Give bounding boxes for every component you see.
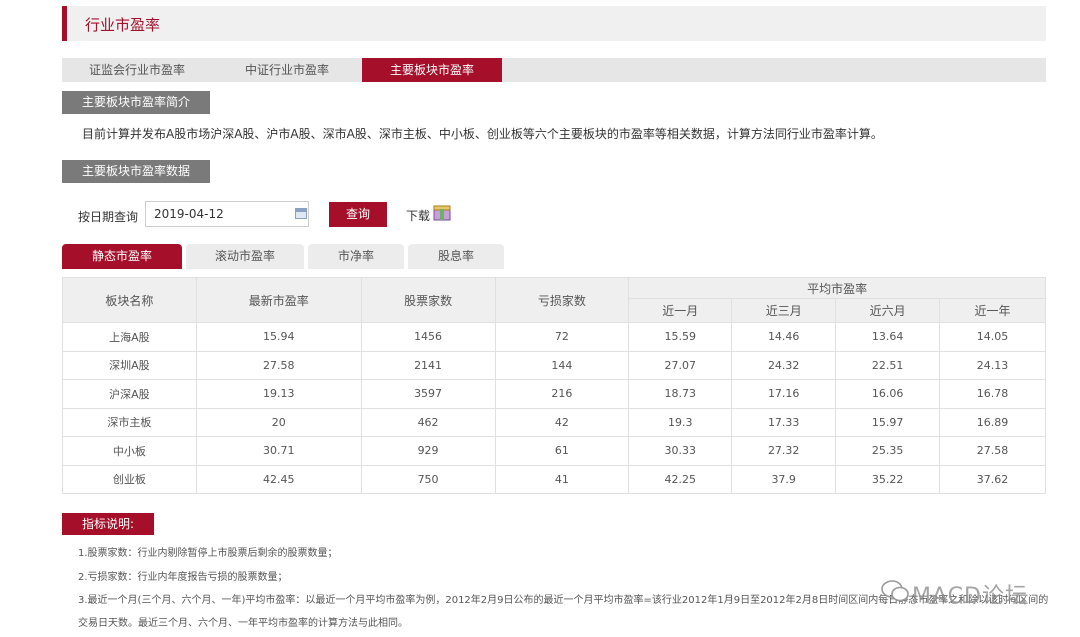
value-cell: 42.45 [195,464,362,494]
subtab-rolling-pe[interactable]: 滚动市盈率 [186,244,304,269]
download-link[interactable]: 下载 [406,207,430,224]
value-cell: 14.05 [939,322,1046,352]
page-title: 行业市盈率 [85,16,161,34]
value-cell: 15.59 [628,322,733,352]
table-row: 上海A股 15.94 1456 72 15.59 14.46 13.64 14.05 [62,322,1046,352]
category-tabs: 证监会行业市盈率 中证行业市盈率 主要板块市盈率 [62,58,1046,82]
value-cell: 41 [494,464,630,494]
value-cell: 27.32 [731,436,837,466]
subheader-3-months: 近三月 [731,298,837,323]
header-stock-count: 股票家数 [360,277,496,323]
value-cell: 37.9 [731,464,837,494]
date-query-label: 按日期查询 [78,210,139,224]
header-average-pe: 平均市盈率 [628,277,1046,299]
legend-heading: 指标说明: [62,513,155,535]
value-cell: 18.73 [628,379,733,409]
value-cell: 37.62 [939,464,1046,494]
value-cell: 16.78 [939,379,1046,409]
value-cell: 462 [360,407,496,437]
value-cell: 3597 [360,379,496,409]
data-section-heading: 主要板块市盈率数据 [62,160,211,183]
value-cell: 24.32 [731,350,837,380]
table-row: 创业板 42.45 750 41 42.25 37.9 35.22 37.62 [62,464,1046,494]
table-row: 深圳A股 27.58 2141 144 27.07 24.32 22.51 24.13 [62,350,1046,380]
value-cell: 750 [360,464,496,494]
value-cell: 30.71 [195,436,362,466]
value-cell: 24.13 [939,350,1046,380]
subtab-static-pe[interactable]: 静态市盈率 [62,244,182,269]
value-cell: 42.25 [628,464,733,494]
tab-csrc-industry-pe[interactable]: 证监会行业市盈率 [62,58,212,82]
value-cell: 22.51 [835,350,941,380]
value-cell: 25.35 [835,436,941,466]
value-cell: 61 [494,436,630,466]
value-cell: 30.33 [628,436,733,466]
subheader-1-month: 近一月 [628,298,733,323]
subtab-pb-ratio[interactable]: 市净率 [308,244,404,269]
page-title-bar: 行业市盈率 [62,6,1046,41]
value-cell: 27.58 [939,436,1046,466]
value-cell: 144 [494,350,630,380]
header-latest-pe: 最新市盈率 [195,277,362,323]
value-cell: 20 [195,407,362,437]
board-name-cell: 深市主板 [62,407,197,437]
value-cell: 17.16 [731,379,837,409]
value-cell: 72 [494,322,630,352]
board-pe-table: 板块名称 最新市盈率 股票家数 亏损家数 平均市盈率 近一月 近三月 近六月 近… [62,277,1046,494]
value-cell: 27.58 [195,350,362,380]
value-cell: 42 [494,407,630,437]
value-cell: 15.94 [195,322,362,352]
value-cell: 16.06 [835,379,941,409]
board-name-cell: 深圳A股 [62,350,197,380]
tab-csi-industry-pe[interactable]: 中证行业市盈率 [212,58,362,82]
value-cell: 19.3 [628,407,733,437]
subheader-6-months: 近六月 [835,298,941,323]
subtab-dividend-yield[interactable]: 股息率 [408,244,504,269]
value-cell: 2141 [360,350,496,380]
value-cell: 15.97 [835,407,941,437]
legend-note-2: 2.亏损家数：行业内年度报告亏损的股票数量； [78,572,288,583]
board-name-cell: 沪深A股 [62,379,197,409]
board-name-cell: 创业板 [62,464,197,494]
table-row: 深市主板 20 462 42 19.3 17.33 15.97 16.89 [62,407,1046,437]
legend-note-1: 1.股票家数：行业内剔除暂停上市股票后剩余的股票数量； [78,548,338,559]
value-cell: 929 [360,436,496,466]
table-row: 沪深A股 19.13 3597 216 18.73 17.16 16.06 16.78 [62,379,1046,409]
value-cell: 17.33 [731,407,837,437]
intro-section-heading: 主要板块市盈率简介 [62,91,211,114]
value-cell: 216 [494,379,630,409]
value-cell: 16.89 [939,407,1046,437]
value-cell: 19.13 [195,379,362,409]
header-board-name: 板块名称 [62,277,197,323]
wechat-watermark-icon [881,580,909,602]
archive-icon[interactable] [433,205,451,221]
query-button[interactable]: 查询 [329,202,387,227]
board-name-cell: 上海A股 [62,322,197,352]
value-cell: 13.64 [835,322,941,352]
value-cell: 14.46 [731,322,837,352]
board-name-cell: 中小板 [62,436,197,466]
date-input[interactable] [145,201,309,227]
subheader-1-year: 近一年 [939,298,1046,323]
tab-main-board-pe[interactable]: 主要板块市盈率 [362,58,502,82]
table-row: 中小板 30.71 929 61 30.33 27.32 25.35 27.58 [62,436,1046,466]
intro-text: 目前计算并发布A股市场沪深A股、沪市A股、深市A股、深市主板、中小板、创业板等六… [82,127,883,141]
watermark-text: MACD论坛 [912,584,1028,609]
value-cell: 1456 [360,322,496,352]
value-cell: 35.22 [835,464,941,494]
value-cell: 27.07 [628,350,733,380]
legend-note-4: 交易日天数。最近三个月、六个月、一年平均市盈率的计算方法与此相同。 [78,618,408,629]
calendar-icon[interactable] [295,208,307,219]
header-loss-count: 亏损家数 [494,277,630,323]
